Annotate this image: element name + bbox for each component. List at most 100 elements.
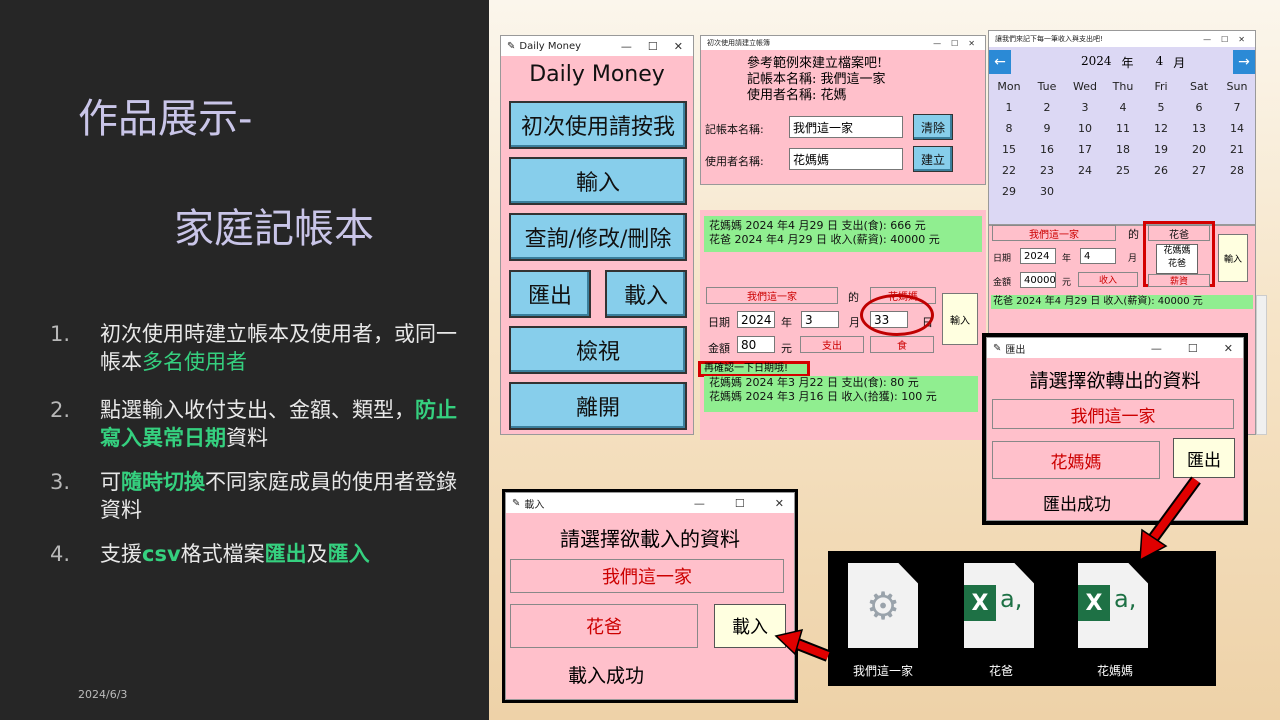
calendar-day[interactable]: 21 — [1218, 139, 1256, 160]
user-select[interactable]: 花爸 — [1148, 225, 1210, 241]
excel-file-icon[interactable]: X a, — [1078, 563, 1148, 648]
amount-input[interactable]: 40000 — [1020, 272, 1056, 288]
excel-file-icon[interactable]: X a, — [964, 563, 1034, 648]
calendar-day[interactable]: 14 — [1218, 118, 1256, 139]
month-input[interactable]: 3 — [801, 311, 839, 328]
export-submit-button[interactable]: 匯出 — [1173, 438, 1235, 478]
query-edit-delete-button[interactable]: 查詢/修改/刪除 — [509, 213, 687, 261]
calendar-day[interactable]: 23 — [1028, 160, 1066, 181]
calendar-day[interactable]: 16 — [1028, 139, 1066, 160]
close-icon[interactable]: ✕ — [968, 39, 975, 48]
import-user-select[interactable]: 花爸 — [510, 604, 698, 648]
calendar-day[interactable]: 19 — [1142, 139, 1180, 160]
calendar-day[interactable]: 4 — [1104, 97, 1142, 118]
maximize-icon[interactable]: ☐ — [1188, 342, 1198, 355]
calendar-day — [1066, 76, 1104, 97]
month-input[interactable]: 4 — [1080, 248, 1116, 264]
calendar-day[interactable]: 9 — [1028, 118, 1066, 139]
export-user-select[interactable]: 花媽媽 — [992, 441, 1160, 479]
minimize-icon[interactable]: — — [621, 40, 632, 53]
hint-line: 記帳本名稱: 我們這一家 — [747, 72, 886, 87]
close-icon[interactable]: ✕ — [1224, 342, 1233, 355]
clear-button[interactable]: 清除 — [913, 114, 953, 140]
submit-button[interactable]: 輸入 — [942, 293, 978, 345]
calendar-day[interactable]: 13 — [1180, 118, 1218, 139]
calendar-day[interactable]: 1 — [990, 97, 1028, 118]
export-button[interactable]: 匯出 — [509, 270, 591, 318]
calendar-day[interactable]: 26 — [1142, 160, 1180, 181]
record-row: 花媽媽 2024 年3 月22 日 支出(食): 80 元 — [709, 376, 919, 389]
bullet-text-part: 資料 — [226, 426, 268, 450]
calendar-day[interactable]: 29 — [990, 181, 1028, 202]
category-select[interactable]: 薪資 — [1148, 274, 1210, 287]
year-input[interactable]: 2024 — [737, 311, 775, 328]
import-submit-button[interactable]: 載入 — [714, 604, 786, 648]
submit-button[interactable]: 輸入 — [1218, 234, 1248, 282]
main-menu-window: ✎ Daily Money — ☐ ✕ Daily Money 初次使用請按我 輸入… — [500, 35, 694, 435]
next-month-button[interactable]: → — [1233, 50, 1255, 74]
bullet-item-2: 2. 點選輸入收付支出、金額、類型，防止寫入異常日期資料 — [50, 396, 470, 452]
calendar-day[interactable]: 20 — [1180, 139, 1218, 160]
book-name-input[interactable]: 我們這一家 — [789, 116, 903, 138]
maximize-icon[interactable]: ☐ — [951, 39, 958, 48]
amount-label: 金額 — [993, 278, 1012, 288]
minimize-icon[interactable]: — — [1151, 342, 1162, 355]
dropdown-option[interactable]: 花媽媽 — [1157, 245, 1197, 258]
calendar-day[interactable]: 27 — [1180, 160, 1218, 181]
calendar-day[interactable]: 6 — [1180, 97, 1218, 118]
calendar-day[interactable]: 18 — [1104, 139, 1142, 160]
amount-input[interactable]: 80 — [737, 336, 775, 353]
close-icon[interactable]: ✕ — [775, 497, 784, 510]
dropdown-option[interactable]: 花爸 — [1157, 258, 1197, 271]
maximize-icon[interactable]: ☐ — [648, 40, 658, 53]
calendar-day[interactable]: 15 — [990, 139, 1028, 160]
bullet-number: 1. — [50, 322, 71, 346]
calendar-day[interactable]: 25 — [1104, 160, 1142, 181]
create-button[interactable]: 建立 — [913, 146, 953, 172]
year-input[interactable]: 2024 — [1020, 248, 1056, 264]
calendar-day[interactable]: 7 — [1218, 97, 1256, 118]
export-book-select[interactable]: 我們這一家 — [992, 399, 1234, 429]
calendar-day[interactable]: 5 — [1142, 97, 1180, 118]
view-button[interactable]: 檢視 — [509, 326, 687, 374]
book-select[interactable]: 我們這一家 — [706, 287, 838, 304]
calendar-day[interactable]: 22 — [990, 160, 1028, 181]
date-label: 日期 — [993, 254, 1012, 264]
calendar-day[interactable]: 8 — [990, 118, 1028, 139]
first-use-button[interactable]: 初次使用請按我 — [509, 101, 687, 149]
minimize-icon[interactable]: — — [1203, 35, 1211, 44]
slide-title-line1: 作品展示- — [78, 96, 253, 142]
prev-month-button[interactable]: ← — [989, 50, 1011, 74]
type-select[interactable]: 支出 — [800, 336, 864, 353]
book-select[interactable]: 我們這一家 — [992, 225, 1116, 241]
record-row: 花媽媽 2024 年4 月29 日 支出(食): 666 元 — [709, 219, 926, 232]
calendar-day[interactable]: 3 — [1066, 97, 1104, 118]
calendar-day[interactable]: 28 — [1218, 160, 1256, 181]
scrollbar[interactable] — [1256, 295, 1267, 435]
window-title: 讓我們來記下每一筆收入與支出吧! — [995, 35, 1103, 43]
calendar-day[interactable]: 11 — [1104, 118, 1142, 139]
calendar-day[interactable]: 30 — [1028, 181, 1066, 202]
calendar-day[interactable]: 24 — [1066, 160, 1104, 181]
user-name-input[interactable]: 花媽媽 — [789, 148, 903, 170]
calendar-day — [1218, 76, 1256, 97]
settings-file-icon[interactable]: ⚙ — [848, 563, 918, 648]
close-icon[interactable]: ✕ — [674, 40, 683, 53]
type-select[interactable]: 收入 — [1078, 272, 1138, 287]
category-select[interactable]: 食 — [870, 336, 934, 353]
calendar-day[interactable]: 10 — [1066, 118, 1104, 139]
maximize-icon[interactable]: ☐ — [1221, 35, 1228, 44]
exit-button[interactable]: 離開 — [509, 382, 687, 430]
maximize-icon[interactable]: ☐ — [735, 497, 745, 510]
highlight-circle — [860, 294, 934, 336]
calendar-day[interactable]: 12 — [1142, 118, 1180, 139]
minimize-icon[interactable]: — — [933, 39, 941, 48]
close-icon[interactable]: ✕ — [1238, 35, 1245, 44]
bullet-item-4: 4. 支援csv格式檔案匯出及匯入 — [50, 540, 470, 568]
calendar-day[interactable]: 17 — [1066, 139, 1104, 160]
import-book-select[interactable]: 我們這一家 — [510, 559, 784, 593]
input-button[interactable]: 輸入 — [509, 157, 687, 205]
calendar-day[interactable]: 2 — [1028, 97, 1066, 118]
minimize-icon[interactable]: — — [694, 497, 705, 510]
import-button[interactable]: 載入 — [605, 270, 687, 318]
